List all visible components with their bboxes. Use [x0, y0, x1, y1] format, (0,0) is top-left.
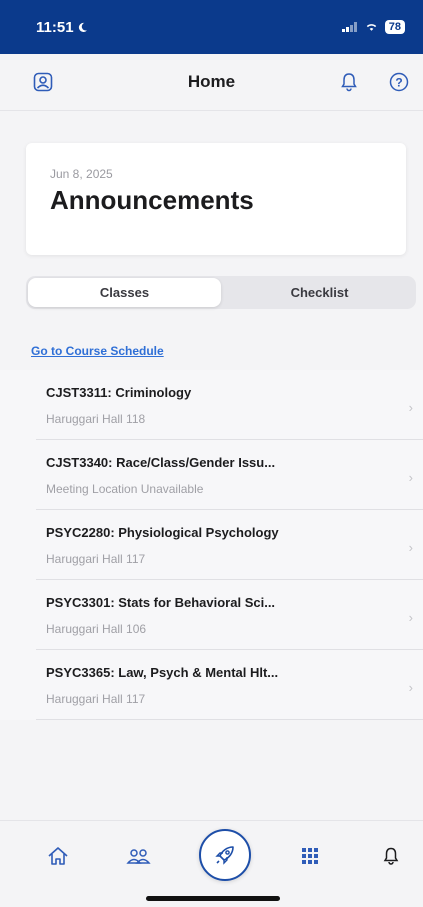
help-icon[interactable]: ? — [387, 70, 411, 94]
classes-checklist-toggle: Classes Checklist — [26, 276, 416, 309]
home-indicator[interactable] — [146, 896, 280, 901]
course-schedule-link[interactable]: Go to Course Schedule — [31, 344, 164, 358]
divider — [36, 719, 423, 720]
course-row[interactable]: CJST3311: Criminology Haruggari Hall 118… — [0, 370, 423, 440]
moon-icon — [78, 22, 87, 32]
course-row[interactable]: PSYC2280: Physiological Psychology Harug… — [0, 510, 423, 580]
bell-icon[interactable] — [337, 70, 361, 94]
bottom-tab-bar — [0, 820, 423, 907]
course-row[interactable]: CJST3340: Race/Class/Gender Issu... Meet… — [0, 440, 423, 510]
course-name: CJST3340: Race/Class/Gender Issu... — [46, 455, 276, 470]
chevron-right-icon: › — [408, 400, 413, 415]
course-location: Haruggari Hall 118 — [46, 412, 146, 426]
battery-level: 78 — [384, 20, 405, 34]
grid-icon[interactable] — [295, 841, 325, 871]
course-row[interactable]: PSYC3301: Stats for Behavioral Sci... Ha… — [0, 580, 423, 650]
rocket-icon — [215, 846, 234, 865]
home-icon[interactable] — [43, 841, 73, 871]
rocket-button[interactable] — [199, 829, 251, 881]
svg-text:?: ? — [395, 76, 402, 90]
course-location: Meeting Location Unavailable — [46, 482, 204, 496]
announcements-card[interactable]: Jun 8, 2025 Announcements — [26, 143, 406, 255]
app-header: Home ? — [0, 54, 423, 111]
profile-icon[interactable] — [31, 70, 55, 94]
course-name: CJST3311: Criminology — [46, 385, 192, 400]
course-name: PSYC2280: Physiological Psychology — [46, 525, 279, 540]
chevron-right-icon: › — [408, 470, 413, 485]
people-icon[interactable] — [124, 841, 154, 871]
chevron-right-icon: › — [408, 610, 413, 625]
course-location: Haruggari Hall 117 — [46, 552, 146, 566]
status-bar: 11:51 78 — [0, 0, 423, 54]
course-name: PSYC3365: Law, Psych & Mental Hlt... — [46, 665, 279, 680]
notifications-bell-icon[interactable] — [376, 841, 406, 871]
chevron-right-icon: › — [408, 540, 413, 555]
course-list: CJST3311: Criminology Haruggari Hall 118… — [0, 370, 423, 720]
course-location: Haruggari Hall 106 — [46, 622, 147, 636]
announcements-title: Announcements — [50, 185, 254, 215]
status-indicators: 78 — [341, 20, 405, 34]
page-title: Home — [187, 72, 236, 91]
course-row[interactable]: PSYC3365: Law, Psych & Mental Hlt... Har… — [0, 650, 423, 720]
tab-checklist[interactable]: Checklist — [223, 278, 416, 307]
announcement-date: Jun 8, 2025 — [50, 167, 113, 181]
tab-classes[interactable]: Classes — [28, 278, 221, 307]
status-time-text: 11:51 — [36, 18, 74, 36]
course-location: Haruggari Hall 117 — [46, 692, 146, 706]
signal-icon — [341, 22, 357, 32]
chevron-right-icon: › — [408, 680, 413, 695]
status-time: 11:51 — [36, 19, 88, 36]
course-name: PSYC3301: Stats for Behavioral Sci... — [46, 595, 276, 610]
wifi-icon — [366, 24, 376, 31]
